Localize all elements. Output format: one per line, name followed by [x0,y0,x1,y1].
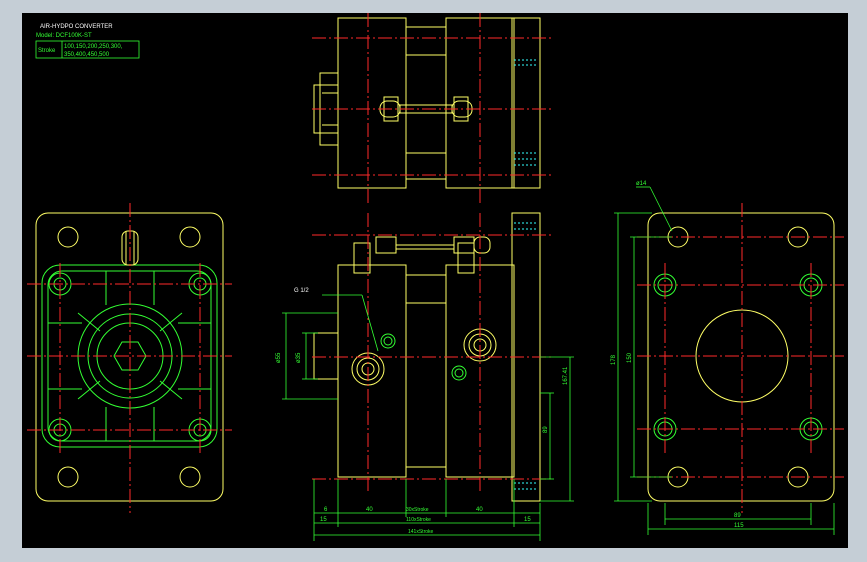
dim-178: 178 [611,354,617,365]
viewport-frame: AIR-HYDPO CONVERTER Model: DCF100K-ST St… [0,0,867,562]
model-text: Model: DCF100K-ST [36,33,92,39]
dim-150: 150 [627,352,633,363]
right-end-view [637,203,844,513]
dim-89-vertical: 89 [543,426,549,433]
stroke-values-line2: 350,400,450,500 [64,52,110,58]
port-note: G 1/2 [294,288,309,294]
top-view [312,13,552,203]
right-dimensions [614,186,835,535]
stroke-label: Stroke [38,48,56,54]
dim-167: 167.41 [563,366,569,385]
dim-hole-dia: ø14 [636,181,647,187]
dim-dia-55: ø55 [276,352,282,363]
front-dimension-text: G 1/2 ø55 ø35 167.41 89 6 40 30xStroke 4… [276,288,569,535]
front-view [312,212,552,502]
drawing-svg: AIR-HYDPO CONVERTER Model: DCF100K-ST St… [27,13,844,541]
dim-dia-35: ø35 [296,352,302,363]
dim-40-left: 40 [366,507,373,513]
dim-15-right: 15 [524,517,531,523]
dim-30-stroke: 30xStroke [406,507,429,513]
title-block: AIR-HYDPO CONVERTER Model: DCF100K-ST St… [35,24,140,59]
dim-6: 6 [324,507,328,513]
cad-drawing-canvas[interactable]: AIR-HYDPO CONVERTER Model: DCF100K-ST St… [22,13,848,548]
left-end-view [27,203,232,513]
dim-110-stroke: 110xStroke [406,517,431,523]
dim-115: 115 [734,523,744,529]
dim-15-left: 15 [320,517,327,523]
front-dimensions [282,294,574,541]
stroke-values-line1: 100,150,200,250,300, [64,44,123,50]
dim-40-right: 40 [476,507,483,513]
dim-89-horizontal: 89 [734,513,741,519]
title-text: AIR-HYDPO CONVERTER [40,24,113,30]
dim-141-stroke: 141xStroke [408,529,434,535]
